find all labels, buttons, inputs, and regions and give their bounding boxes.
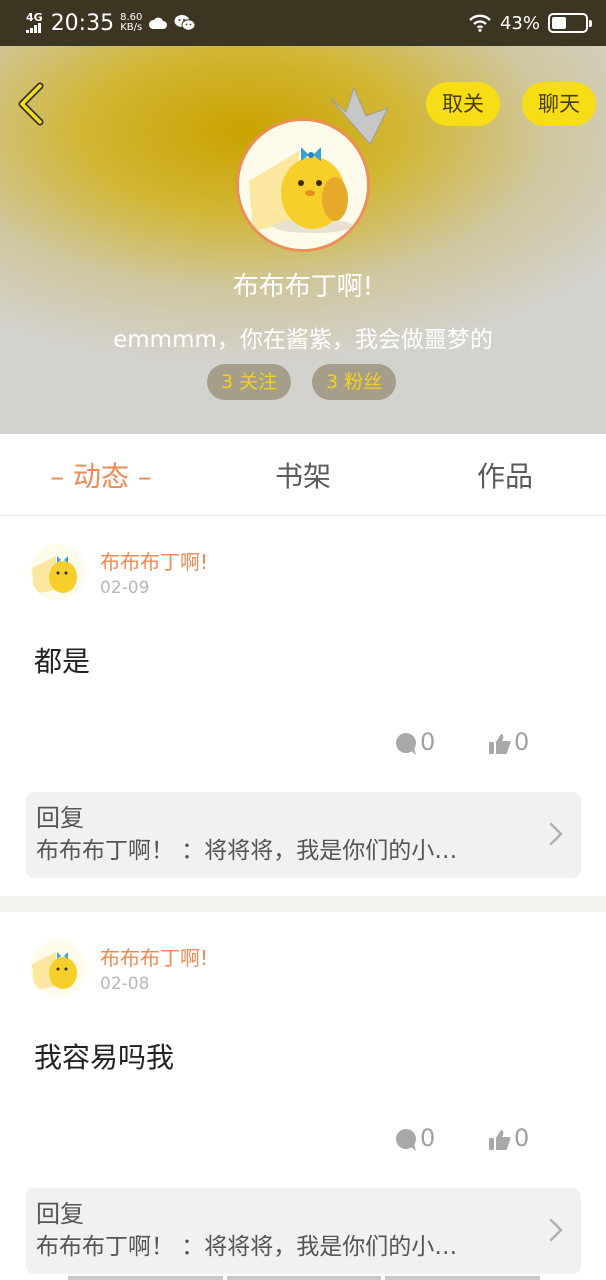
post-date: 02-08 [100, 974, 150, 994]
chevron-right-icon [549, 1218, 563, 1242]
like-button[interactable]: 0 [488, 728, 529, 756]
unfollow-button[interactable]: 取关 [426, 82, 500, 126]
bottom-scroll-indicator [68, 1276, 541, 1280]
reply-preview: 布布布丁啊！ ：将将将，我是你们的小… [36, 1234, 458, 1260]
comment-icon [396, 733, 416, 755]
network-speed-unit: KB/s [120, 22, 143, 33]
post-card: 布布布丁啊! 02-08 我容易吗我 0 0 回复 布布布丁啊！ ：将将将，我是… [0, 912, 606, 1280]
reply-title: 回复 [36, 804, 84, 832]
like-button[interactable]: 0 [488, 1124, 529, 1152]
chick-avatar-icon [239, 121, 367, 249]
fans-count[interactable]: 3 粉丝 [312, 364, 397, 400]
chick-avatar-icon [30, 940, 86, 996]
comment-button[interactable]: 0 [394, 728, 435, 756]
post-author-name[interactable]: 布布布丁啊! [100, 546, 208, 575]
clock: 20:35 [50, 10, 115, 36]
tab-works[interactable]: 作品 [404, 455, 606, 495]
signal-bars-icon [26, 23, 41, 33]
profile-avatar[interactable] [236, 118, 370, 252]
reply-box[interactable]: 回复 布布布丁啊！ ：将将将，我是你们的小… [26, 1188, 581, 1274]
comment-button[interactable]: 0 [394, 1124, 435, 1152]
battery-level-fill [552, 17, 566, 29]
comment-count: 0 [420, 1124, 436, 1152]
network-type: 4G [26, 11, 43, 24]
post-date: 02-09 [100, 578, 150, 598]
like-count: 0 [514, 728, 530, 756]
post-text: 我容易吗我 [34, 1041, 175, 1074]
status-bar: 4G 20:35 8.60 KB/s 43% [0, 0, 606, 46]
chevron-right-icon [549, 822, 563, 846]
thumbs-up-icon [489, 734, 511, 754]
post-author-name[interactable]: 布布布丁啊! [100, 942, 208, 971]
post-card: 布布布丁啊! 02-09 都是 0 0 回复 布布布丁啊！ ：将将将，我是你们的… [0, 516, 606, 896]
profile-tabs: – 动态 – 书架 作品 [0, 434, 606, 516]
post-divider [0, 896, 606, 912]
weather-cloud-icon [149, 17, 168, 29]
comment-count: 0 [420, 728, 436, 756]
post-author-avatar[interactable] [30, 544, 86, 600]
chat-button[interactable]: 聊天 [522, 82, 596, 126]
back-button[interactable] [12, 82, 52, 126]
comment-icon [396, 1129, 416, 1151]
wifi-icon [469, 14, 491, 32]
battery-icon [548, 13, 592, 33]
profile-bio: emmmm，你在酱紫，我会做噩梦的 [113, 327, 493, 353]
tab-activity[interactable]: – 动态 – [0, 455, 202, 495]
wechat-icon [174, 15, 196, 31]
post-author-avatar[interactable] [30, 940, 86, 996]
profile-header: 取关 聊天 布布布丁啊! emmmm，你在酱紫，我会做噩梦的 3 关注 3 粉丝 [0, 46, 606, 434]
following-count[interactable]: 3 关注 [207, 364, 292, 400]
reply-box[interactable]: 回复 布布布丁啊！ ：将将将，我是你们的小… [26, 792, 581, 878]
back-chevron-icon [18, 82, 44, 126]
reply-preview: 布布布丁啊！ ：将将将，我是你们的小… [36, 838, 458, 864]
like-count: 0 [514, 1124, 530, 1152]
thumbs-up-icon [489, 1130, 511, 1150]
post-text: 都是 [34, 645, 91, 678]
profile-name: 布布布丁啊! [232, 272, 374, 302]
tab-bookshelf[interactable]: 书架 [202, 455, 404, 495]
signal-indicator: 4G [26, 11, 43, 33]
battery-percent: 43% [499, 12, 540, 34]
chick-avatar-icon [30, 544, 86, 600]
reply-title: 回复 [36, 1200, 84, 1228]
network-speed: 8.60 KB/s [120, 13, 142, 33]
